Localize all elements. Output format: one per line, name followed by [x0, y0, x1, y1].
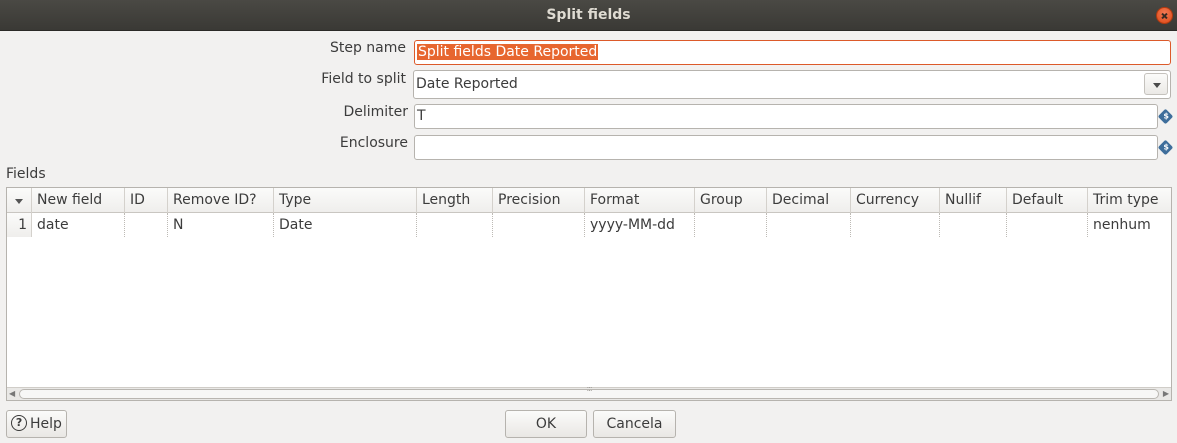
column-header[interactable]: Default — [1007, 188, 1088, 213]
row-number: 1 — [7, 213, 32, 237]
horizontal-scrollbar[interactable]: ◀ ▶ — [7, 387, 1171, 400]
field-to-split-label: Field to split — [321, 71, 406, 87]
cell-trim-type[interactable]: nenhum — [1088, 213, 1171, 237]
fields-table[interactable]: New field ID Remove ID? Type Length Prec… — [6, 187, 1172, 401]
cell-new-field[interactable]: date — [32, 213, 125, 237]
ok-button[interactable]: OK — [505, 410, 587, 438]
column-header[interactable]: Length — [417, 188, 493, 213]
close-icon[interactable] — [1156, 7, 1173, 24]
delimiter-value: T — [417, 108, 426, 124]
column-header[interactable]: Decimal — [767, 188, 851, 213]
column-header[interactable]: Currency — [851, 188, 940, 213]
enclosure-label: Enclosure — [339, 135, 408, 151]
sort-menu[interactable] — [7, 188, 32, 213]
cell-nullif[interactable] — [940, 213, 1007, 237]
cancel-button-label: Cancela — [606, 416, 663, 432]
help-button[interactable]: ? Help — [6, 410, 67, 438]
step-name-input[interactable]: Split fields Date Reported — [414, 40, 1171, 65]
column-header[interactable]: Type — [274, 188, 417, 213]
help-button-label: Help — [30, 416, 62, 432]
cancel-button[interactable]: Cancela — [593, 410, 676, 438]
column-header[interactable]: Group — [695, 188, 767, 213]
help-icon: ? — [11, 415, 28, 431]
column-header[interactable]: Trim type — [1088, 188, 1171, 213]
delimiter-input[interactable]: T — [414, 104, 1158, 129]
cell-format[interactable]: yyyy-MM-dd — [585, 213, 695, 237]
window-title: Split fields — [546, 7, 631, 23]
delimiter-label: Delimiter — [343, 104, 408, 120]
step-name-value: Split fields Date Reported — [417, 44, 599, 60]
column-header[interactable]: New field — [32, 188, 125, 213]
cell-default[interactable] — [1007, 213, 1088, 237]
ok-button-label: OK — [535, 416, 557, 432]
cell-decimal[interactable] — [767, 213, 851, 237]
cell-group[interactable] — [695, 213, 767, 237]
variable-icon[interactable] — [1157, 108, 1174, 125]
field-to-split-value: Date Reported — [416, 76, 518, 92]
enclosure-input[interactable] — [414, 135, 1158, 160]
cell-length[interactable] — [417, 213, 493, 237]
cell-id[interactable] — [125, 213, 168, 237]
column-header[interactable]: Precision — [493, 188, 585, 213]
cell-remove-id[interactable]: N — [168, 213, 274, 237]
scrollbar-thumb[interactable] — [19, 389, 1159, 399]
table-row[interactable]: 1 date N Date yyyy-MM-dd nenhum — [7, 213, 1171, 237]
cell-type[interactable]: Date — [274, 213, 417, 237]
column-header[interactable]: Format — [585, 188, 695, 213]
title-bar: Split fields — [0, 0, 1177, 31]
cell-precision[interactable] — [493, 213, 585, 237]
column-header[interactable]: ID — [125, 188, 168, 213]
chevron-down-icon — [15, 199, 23, 204]
table-header: New field ID Remove ID? Type Length Prec… — [7, 188, 1171, 213]
column-header[interactable]: Remove ID? — [168, 188, 274, 213]
field-to-split-select[interactable]: Date Reported — [413, 70, 1171, 99]
fields-label: Fields — [6, 166, 46, 182]
step-name-label: Step name — [329, 40, 406, 56]
variable-icon[interactable] — [1157, 139, 1174, 156]
scroll-left-icon[interactable]: ◀ — [9, 389, 15, 398]
scroll-right-icon[interactable]: ▶ — [1163, 389, 1169, 398]
cell-currency[interactable] — [851, 213, 940, 237]
chevron-down-icon[interactable] — [1144, 73, 1168, 95]
column-header[interactable]: Nullif — [940, 188, 1007, 213]
